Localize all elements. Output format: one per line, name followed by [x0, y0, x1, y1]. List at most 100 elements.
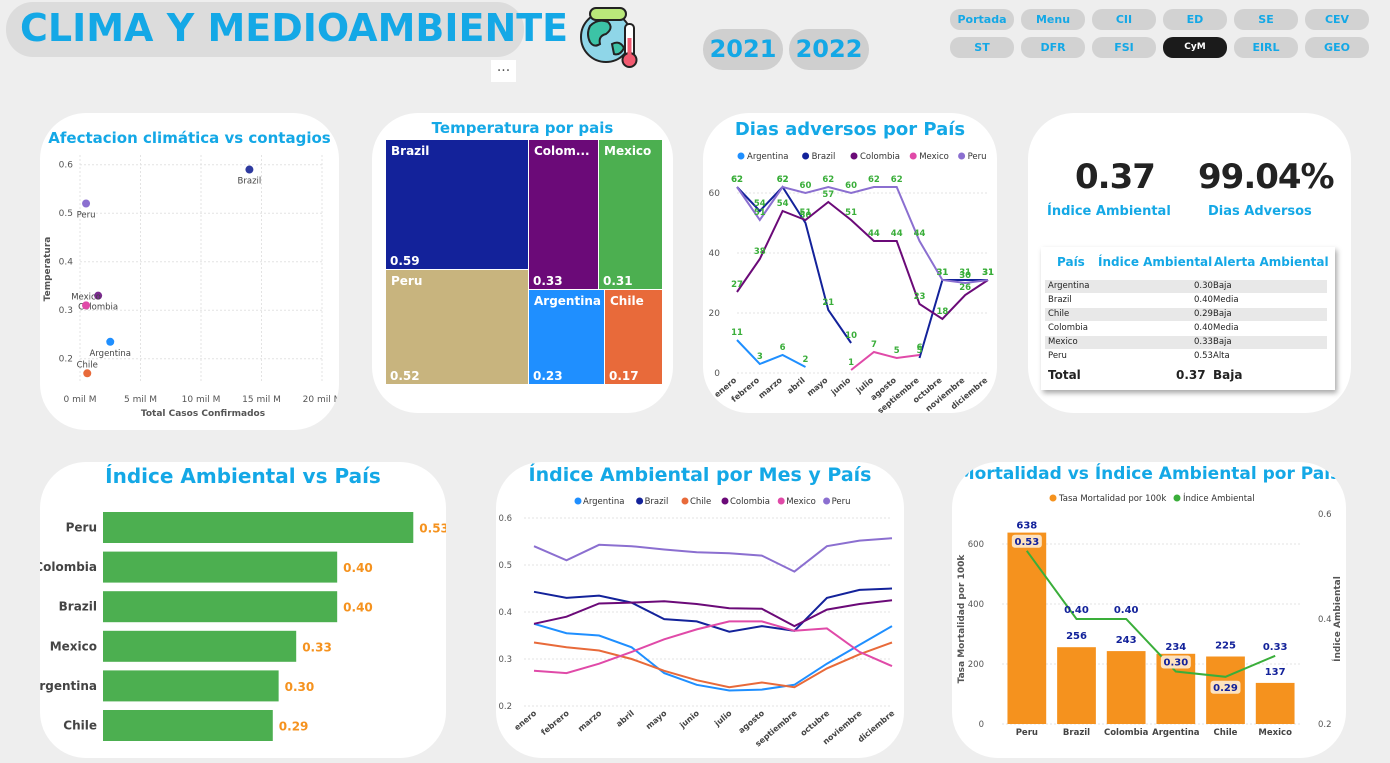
- cell-pais: Chile: [1048, 309, 1070, 319]
- treemap-name: Chile: [610, 294, 644, 308]
- cell-alerta: Alta: [1213, 351, 1230, 361]
- scatter-chart[interactable]: 0.2 0.3 0.4 0.5 0.6 0 mil M 5 mil M 10 mil M 15 …: [40, 113, 339, 430]
- bar-value-label: 225: [1215, 641, 1236, 652]
- nav-cym-button[interactable]: CyM: [1163, 37, 1227, 58]
- x-tick-label: 20 mil M: [303, 395, 339, 405]
- treemap-tile-chile[interactable]: Chile 0.17: [605, 290, 662, 384]
- y-right-tick-label: 0.4: [1318, 615, 1332, 625]
- category-label: Brazil: [59, 600, 97, 614]
- line-chart[interactable]: Argentina Brazil Chile Colombia Mexico Peru 0.…: [496, 462, 904, 758]
- legend-marker: [850, 152, 858, 160]
- y-tick-label: 0.3: [59, 306, 73, 316]
- treemap-value: 0.31: [603, 274, 633, 288]
- nav-cev-button[interactable]: CEV: [1305, 9, 1369, 30]
- x-tick-label: Argentina: [1152, 728, 1200, 738]
- bar: [1057, 647, 1096, 724]
- treemap-value: 0.17: [609, 369, 639, 383]
- cell-pais: Peru: [1048, 351, 1067, 361]
- category-label: Peru: [66, 521, 97, 535]
- legend-label: Chile: [690, 497, 711, 507]
- x-tick-label: Peru: [1016, 728, 1038, 738]
- treemap-tile-peru[interactable]: Peru 0.52: [386, 270, 528, 384]
- cell-indice: 0.33: [1194, 337, 1213, 347]
- year-2022-button[interactable]: 2022: [789, 29, 869, 70]
- x-tick-label: julio: [712, 708, 734, 728]
- nav-menu-button[interactable]: Menu: [1021, 9, 1085, 30]
- point-label: Argentina: [90, 349, 131, 359]
- header-pais[interactable]: País: [1057, 255, 1085, 269]
- adverse-chart[interactable]: Argentina Brazil Colombia Mexico Peru 0 20 40 60…: [703, 113, 997, 413]
- treemap-value: 0.59: [390, 254, 420, 268]
- legend-label: Mexico: [919, 152, 949, 162]
- x-tick-label: marzo: [757, 375, 784, 400]
- treemap-tile-mexico[interactable]: Mexico 0.31: [599, 140, 662, 289]
- point-label: Brazil: [238, 177, 262, 187]
- x-tick-label: junio: [829, 375, 853, 397]
- treemap-tile-argentina[interactable]: Argentina 0.23: [529, 290, 604, 384]
- nav-dfr-button[interactable]: DFR: [1021, 37, 1085, 58]
- page-title: CLIMA Y MEDIOAMBIENTE: [20, 6, 569, 50]
- adverse-card: Dias adversos por País Argentina Brazil Co…: [703, 113, 997, 413]
- data-label: 57: [822, 190, 834, 200]
- more-options-icon[interactable]: ...: [491, 60, 516, 82]
- legend-marker: [823, 497, 831, 505]
- cell-alerta: Media: [1213, 323, 1239, 333]
- header-alerta[interactable]: Alerta Ambiental: [1214, 255, 1329, 269]
- treemap-name: Colom...: [534, 144, 590, 158]
- data-label: 62: [868, 175, 880, 185]
- nav-ed-button[interactable]: ED: [1163, 9, 1227, 30]
- cell-pais: Colombia: [1048, 323, 1088, 333]
- bar-value-label: 243: [1116, 635, 1137, 646]
- data-label: 7: [871, 340, 877, 350]
- nav-portada-button[interactable]: Portada: [950, 9, 1014, 30]
- nav-fsi-button[interactable]: FSI: [1092, 37, 1156, 58]
- x-tick-label: Mexico: [1258, 728, 1292, 738]
- combo-chart[interactable]: Tasa Mortalidad por 100k Índice Ambiental…: [952, 462, 1346, 758]
- nav-se-button[interactable]: SE: [1234, 9, 1298, 30]
- data-label: 0.40: [343, 561, 373, 575]
- year-2021-button[interactable]: 2021: [703, 29, 783, 70]
- total-alerta: Baja: [1213, 368, 1243, 382]
- bar-value-label: 638: [1016, 521, 1037, 532]
- data-label: 44: [868, 229, 880, 239]
- y-tick-label: 0.5: [498, 561, 512, 571]
- nav-geo-button[interactable]: GEO: [1305, 37, 1369, 58]
- legend-marker: [958, 152, 966, 160]
- data-label: 23: [914, 292, 926, 302]
- y-tick-label: 0.2: [498, 702, 512, 712]
- data-label: 51: [800, 208, 812, 218]
- nav-cii-button[interactable]: CII: [1092, 9, 1156, 30]
- legend-marker: [721, 497, 729, 505]
- y-right-tick-label: 0.2: [1318, 720, 1332, 730]
- category-label: Argentina: [40, 679, 97, 693]
- treemap-tile-colombia[interactable]: Colom... 0.33: [529, 140, 598, 289]
- nav-st-button[interactable]: ST: [950, 37, 1014, 58]
- x-tick-label: agosto: [737, 708, 767, 735]
- nav-eirl-button[interactable]: EIRL: [1234, 37, 1298, 58]
- y-tick-label: 40: [709, 249, 721, 259]
- series-line: [533, 622, 893, 692]
- legend-marker: [777, 497, 785, 505]
- alerta-table[interactable]: País Índice Ambiental Alerta Ambiental A…: [1041, 247, 1335, 390]
- hbar-chart[interactable]: Peru 0.53 Colombia 0.40 Brazil 0.40 Mexico 0.33…: [40, 462, 446, 758]
- table-row: Chile 0.29 Baja: [1045, 308, 1327, 321]
- y-right-tick-label: 0.6: [1318, 510, 1332, 520]
- x-tick-label: 10 mil M: [182, 395, 221, 405]
- bar: [103, 710, 273, 741]
- data-label: 1: [848, 358, 854, 368]
- x-tick-label: Colombia: [1104, 728, 1149, 738]
- point-label: Peru: [77, 211, 96, 221]
- total-indice: 0.37: [1176, 368, 1206, 382]
- data-label: 44: [914, 229, 926, 239]
- scatter-card: Afectacion climática vs contagios 0.2 0.3…: [40, 113, 339, 430]
- scatter-point: [83, 369, 92, 378]
- legend-label: Brazil: [645, 497, 669, 507]
- legend-label: Mexico: [786, 497, 816, 507]
- legend-marker: [681, 497, 689, 505]
- series-line: [736, 185, 988, 359]
- line-value-label: 0.30: [1163, 658, 1188, 669]
- header-indice[interactable]: Índice Ambiental: [1098, 255, 1212, 269]
- data-label: 0.53: [419, 522, 446, 536]
- treemap-tile-brazil[interactable]: Brazil 0.59: [386, 140, 528, 269]
- data-label: 44: [891, 229, 903, 239]
